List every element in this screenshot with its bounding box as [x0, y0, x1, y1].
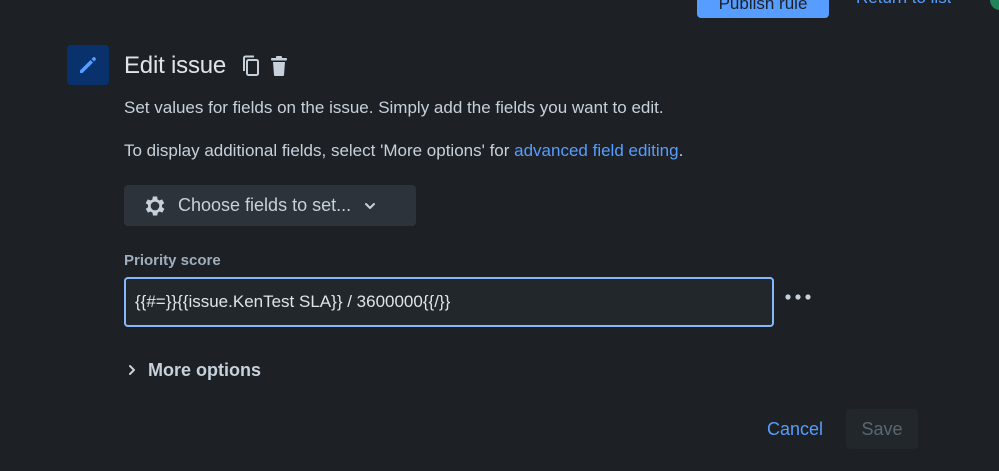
advanced-editing-hint: To display additional fields, select 'Mo…: [124, 141, 683, 161]
gear-icon: [145, 195, 165, 216]
publish-rule-button[interactable]: Publish rule: [697, 0, 829, 18]
advanced-field-editing-link[interactable]: advanced field editing: [514, 141, 678, 160]
avatar: [990, 0, 999, 10]
description-text: Set values for fields on the issue. Simp…: [124, 98, 664, 117]
action-icon-tile: [67, 45, 109, 85]
chevron-right-icon: [129, 365, 135, 375]
copy-icon[interactable]: [240, 53, 262, 79]
hint-suffix: .: [678, 141, 684, 160]
choose-fields-label: Choose fields to set...: [178, 195, 352, 215]
hint-prefix: To display additional fields, select 'Mo…: [124, 141, 515, 160]
more-horizontal-icon[interactable]: [782, 284, 814, 310]
return-to-list-link[interactable]: Return to list: [856, 0, 951, 8]
action-header: Edit issue: [124, 48, 296, 84]
trash-icon[interactable]: [268, 53, 290, 79]
field-label: Priority score: [124, 252, 221, 269]
priority-score-input[interactable]: [124, 277, 774, 327]
pencil-icon: [80, 57, 96, 73]
more-options-toggle[interactable]: More options: [126, 357, 261, 383]
more-options-label: More options: [148, 359, 261, 380]
chevron-down-icon: [365, 202, 376, 209]
save-button[interactable]: Save: [846, 409, 918, 449]
cancel-button[interactable]: Cancel: [752, 409, 838, 449]
choose-fields-button[interactable]: Choose fields to set...: [124, 185, 416, 226]
page-title: Edit issue: [124, 52, 227, 79]
